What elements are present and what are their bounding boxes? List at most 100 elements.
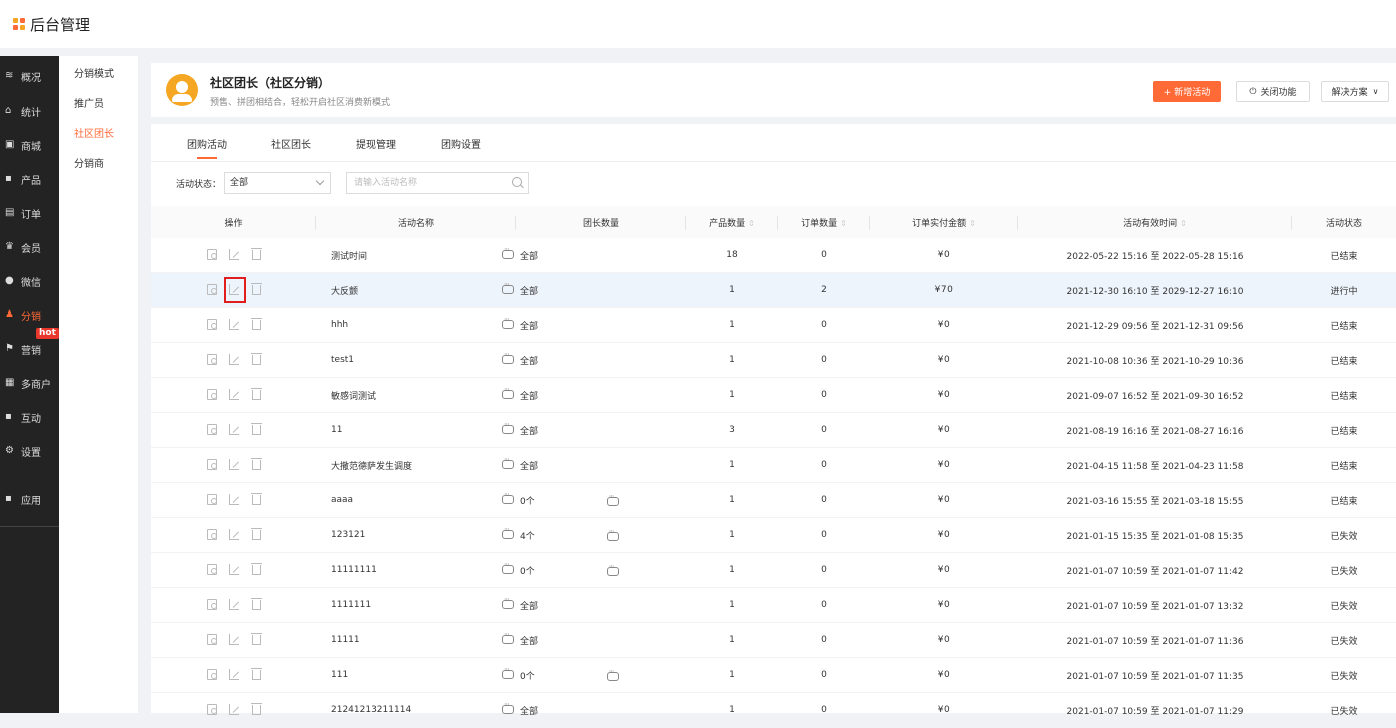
- edit-button[interactable]: [229, 459, 240, 471]
- message-icon[interactable]: [502, 350, 514, 364]
- view-icon[interactable]: [206, 249, 217, 260]
- table-row[interactable]: 1111111全部10¥02021-01-07 10:59 至 2021-01-…: [151, 587, 1396, 623]
- sidebar-item-6[interactable]: ● 微信: [0, 266, 59, 296]
- tab-community-leader[interactable]: 社区团长: [271, 136, 311, 151]
- sidebar-item-5[interactable]: ♛ 会员: [0, 232, 59, 262]
- view-icon[interactable]: [206, 599, 217, 610]
- sidebar-item-7[interactable]: ♟ 分销: [0, 300, 59, 330]
- table-row[interactable]: aaaa0个10¥02021-03-16 15:55 至 2021-03-18 …: [151, 482, 1396, 518]
- edit-button[interactable]: [229, 354, 240, 366]
- edit-button[interactable]: [229, 704, 240, 716]
- table-row[interactable]: test1全部10¥02021-10-08 10:36 至 2021-10-29…: [151, 342, 1396, 378]
- subnav-item-distribution-mode[interactable]: 分销模式: [59, 60, 138, 90]
- delete-icon[interactable]: [250, 458, 262, 470]
- table-row[interactable]: 大撒范德萨发生调度全部10¥02021-04-15 11:58 至 2021-0…: [151, 447, 1396, 483]
- table-row[interactable]: hhh全部10¥02021-12-29 09:56 至 2021-12-31 0…: [151, 307, 1396, 343]
- subnav-item-community-leader[interactable]: 社区团长: [59, 120, 138, 150]
- column-header-valid-time[interactable]: 活动有效时间 ⇕: [1018, 206, 1292, 238]
- view-icon[interactable]: [206, 704, 217, 715]
- message-icon[interactable]: [502, 420, 514, 434]
- search-icon[interactable]: [512, 177, 522, 187]
- view-icon[interactable]: [206, 529, 217, 540]
- message-icon[interactable]: [502, 665, 514, 679]
- view-icon[interactable]: [206, 354, 217, 365]
- sidebar-item-11[interactable]: ⚙ 设置: [0, 436, 59, 466]
- edit-button[interactable]: [229, 529, 240, 541]
- message-icon[interactable]: [502, 385, 514, 399]
- sidebar-item-0[interactable]: ≋ 概况: [0, 61, 59, 91]
- edit-button[interactable]: [229, 599, 240, 611]
- message-icon[interactable]: [502, 490, 514, 504]
- message-icon[interactable]: [502, 630, 514, 644]
- sidebar-item-4[interactable]: ▤ 订单: [0, 198, 59, 228]
- view-icon[interactable]: [206, 564, 217, 575]
- leader-detail-icon[interactable]: [606, 527, 619, 541]
- edit-button[interactable]: [229, 249, 240, 261]
- table-row[interactable]: 大反颤全部12¥702021-12-30 16:10 至 2029-12-27 …: [151, 272, 1396, 308]
- tab-group-buy-activity[interactable]: 团购活动: [187, 136, 227, 151]
- sidebar-item-1[interactable]: ⌂ 统计: [0, 96, 59, 126]
- delete-icon[interactable]: [250, 423, 262, 435]
- view-icon[interactable]: [206, 459, 217, 470]
- edit-button[interactable]: [229, 424, 240, 436]
- view-icon[interactable]: [206, 494, 217, 505]
- tab-group-buy-settings[interactable]: 团购设置: [441, 136, 481, 151]
- delete-icon[interactable]: [250, 283, 262, 295]
- delete-icon[interactable]: [250, 633, 262, 645]
- table-row[interactable]: 11111全部10¥02021-01-07 10:59 至 2021-01-07…: [151, 622, 1396, 658]
- sidebar-item-3[interactable]: ▪ 产品: [0, 164, 59, 194]
- message-icon[interactable]: [502, 245, 514, 259]
- table-row[interactable]: 111111110个10¥02021-01-07 10:59 至 2021-01…: [151, 552, 1396, 588]
- view-icon[interactable]: [206, 319, 217, 330]
- sidebar-item-12[interactable]: ▪ 应用: [0, 484, 59, 514]
- message-icon[interactable]: [502, 280, 514, 294]
- edit-button[interactable]: [229, 564, 240, 576]
- column-header-orders[interactable]: 订单数量 ⇕: [778, 206, 870, 238]
- edit-button[interactable]: [223, 277, 246, 303]
- sidebar-item-9[interactable]: ▦ 多商户: [0, 368, 59, 398]
- table-row[interactable]: 测试时间全部180¥02022-05-22 15:16 至 2022-05-28…: [151, 238, 1396, 273]
- message-icon[interactable]: [502, 315, 514, 329]
- message-icon[interactable]: [502, 595, 514, 609]
- status-select[interactable]: 全部: [224, 172, 331, 194]
- edit-button[interactable]: [229, 494, 240, 506]
- edit-button[interactable]: [229, 319, 240, 331]
- edit-button[interactable]: [229, 634, 240, 646]
- column-header-products[interactable]: 产品数量 ⇕: [686, 206, 778, 238]
- delete-icon[interactable]: [250, 353, 262, 365]
- subnav-item-distributor[interactable]: 分销商: [59, 150, 138, 180]
- table-row[interactable]: 21241213211114全部10¥02021-01-07 10:59 至 2…: [151, 692, 1396, 728]
- solution-button[interactable]: 解决方案 ∨: [1321, 81, 1389, 102]
- edit-button[interactable]: [229, 389, 240, 401]
- view-icon[interactable]: [206, 284, 217, 295]
- message-icon[interactable]: [502, 525, 514, 539]
- table-row[interactable]: 敏感词测试全部10¥02021-09-07 16:52 至 2021-09-30…: [151, 377, 1396, 413]
- delete-icon[interactable]: [250, 388, 262, 400]
- delete-icon[interactable]: [250, 598, 262, 610]
- leader-detail-icon[interactable]: [606, 667, 619, 681]
- message-icon[interactable]: [502, 560, 514, 574]
- delete-icon[interactable]: [250, 493, 262, 505]
- leader-detail-icon[interactable]: [606, 562, 619, 576]
- column-header-amount[interactable]: 订单实付金额 ⇕: [870, 206, 1018, 238]
- add-activity-button[interactable]: + 新增活动: [1153, 81, 1221, 102]
- delete-icon[interactable]: [250, 528, 262, 540]
- delete-icon[interactable]: [250, 703, 262, 715]
- table-row[interactable]: 1231214个10¥02021-01-15 15:35 至 2021-01-0…: [151, 517, 1396, 553]
- leader-detail-icon[interactable]: [606, 492, 619, 506]
- table-row[interactable]: 1110个10¥02021-01-07 10:59 至 2021-01-07 1…: [151, 657, 1396, 693]
- view-icon[interactable]: [206, 669, 217, 680]
- delete-icon[interactable]: [250, 318, 262, 330]
- delete-icon[interactable]: [250, 248, 262, 260]
- subnav-item-promoter[interactable]: 推广员: [59, 90, 138, 120]
- view-icon[interactable]: [206, 424, 217, 435]
- sidebar-item-10[interactable]: ▪ 互动: [0, 402, 59, 432]
- edit-button[interactable]: [229, 669, 240, 681]
- table-row[interactable]: 11全部30¥02021-08-19 16:16 至 2021-08-27 16…: [151, 412, 1396, 448]
- delete-icon[interactable]: [250, 668, 262, 680]
- activity-search-input[interactable]: [346, 172, 529, 194]
- close-feature-button[interactable]: ⏻ 关闭功能: [1236, 81, 1310, 102]
- message-icon[interactable]: [502, 455, 514, 469]
- sidebar-item-2[interactable]: ▣ 商城: [0, 130, 59, 160]
- view-icon[interactable]: [206, 634, 217, 645]
